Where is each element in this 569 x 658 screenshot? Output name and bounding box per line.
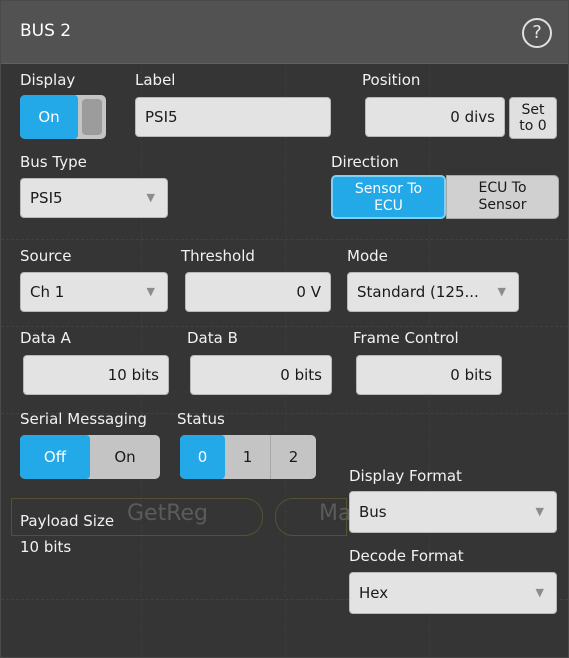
- chevron-down-icon: ▼: [497, 285, 506, 298]
- chevron-down-icon: ▼: [535, 505, 544, 518]
- display-format-dropdown[interactable]: Bus ▼: [349, 491, 557, 533]
- toggle-knob: [82, 99, 102, 135]
- data-a-input[interactable]: 10 bits: [23, 355, 169, 395]
- decode-text: GetReg: [127, 501, 209, 526]
- direction-selector[interactable]: Sensor To ECU ECU To Sensor: [331, 175, 559, 219]
- status-1-button[interactable]: 1: [225, 435, 271, 479]
- status-2-button[interactable]: 2: [271, 435, 316, 479]
- mode-dropdown[interactable]: Standard (125... ▼: [347, 272, 519, 312]
- panel-header: BUS 2 ?: [1, 1, 568, 64]
- bus-type-dropdown[interactable]: PSI5 ▼: [20, 178, 168, 218]
- mode-label: Mode: [347, 247, 388, 265]
- bus-type-value: PSI5: [30, 189, 63, 207]
- data-b-input[interactable]: 0 bits: [190, 355, 332, 395]
- decode-format-label: Decode Format: [349, 547, 464, 565]
- display-toggle[interactable]: On: [20, 95, 106, 139]
- chevron-down-icon: ▼: [146, 285, 155, 298]
- serial-messaging-label: Serial Messaging: [20, 410, 147, 428]
- source-label: Source: [20, 247, 72, 265]
- frame-control-label: Frame Control: [353, 329, 459, 347]
- direction-option-line1: ECU To: [478, 180, 527, 196]
- direction-option-line2: Sensor: [478, 197, 527, 213]
- payload-size-value: 10 bits: [20, 538, 72, 556]
- label-field-label: Label: [135, 71, 176, 89]
- status-0-button[interactable]: 0: [180, 435, 225, 479]
- payload-size-label: Payload Size: [20, 512, 115, 530]
- decode-text: Ma: [319, 501, 352, 526]
- display-on-button[interactable]: On: [20, 95, 78, 139]
- set-to-zero-button[interactable]: Set to 0: [509, 97, 557, 139]
- direction-label: Direction: [331, 153, 399, 171]
- serial-messaging-on-button[interactable]: On: [90, 435, 160, 479]
- direction-sensor-to-ecu-button[interactable]: Sensor To ECU: [331, 175, 446, 219]
- decode-format-value: Hex: [359, 584, 389, 602]
- label-input[interactable]: PSI5: [135, 97, 331, 137]
- display-format-label: Display Format: [349, 467, 462, 485]
- data-b-label: Data B: [187, 329, 238, 347]
- serial-messaging-off-button[interactable]: Off: [20, 435, 90, 479]
- display-format-value: Bus: [359, 503, 387, 521]
- serial-messaging-toggle[interactable]: Off On: [20, 435, 160, 479]
- frame-control-input[interactable]: 0 bits: [356, 355, 502, 395]
- decode-format-dropdown[interactable]: Hex ▼: [349, 572, 557, 614]
- status-label: Status: [177, 410, 225, 428]
- threshold-input[interactable]: 0 V: [185, 272, 331, 312]
- panel-title: BUS 2: [20, 21, 72, 41]
- threshold-label: Threshold: [181, 247, 255, 265]
- source-value: Ch 1: [30, 283, 65, 301]
- display-toggle-knob[interactable]: [78, 95, 106, 139]
- data-a-label: Data A: [20, 329, 71, 347]
- status-selector[interactable]: 0 1 2: [180, 435, 316, 479]
- bus-type-label: Bus Type: [20, 153, 87, 171]
- help-icon[interactable]: ?: [522, 18, 552, 48]
- chevron-down-icon: ▼: [535, 586, 544, 599]
- chevron-down-icon: ▼: [146, 191, 155, 204]
- mode-value: Standard (125...: [357, 283, 479, 301]
- source-dropdown[interactable]: Ch 1 ▼: [20, 272, 168, 312]
- direction-ecu-to-sensor-button[interactable]: ECU To Sensor: [446, 175, 559, 219]
- direction-option-line1: Sensor To: [354, 181, 423, 197]
- direction-option-line2: ECU: [374, 198, 403, 214]
- bus-config-panel: GetReg Ma BUS 2 ? Display On Label PSI5 …: [0, 0, 569, 658]
- set-to-zero-line1: Set: [521, 102, 545, 118]
- position-input[interactable]: 0 divs: [365, 97, 505, 137]
- position-label: Position: [362, 71, 421, 89]
- set-to-zero-line2: to 0: [519, 118, 547, 134]
- display-label: Display: [20, 71, 76, 89]
